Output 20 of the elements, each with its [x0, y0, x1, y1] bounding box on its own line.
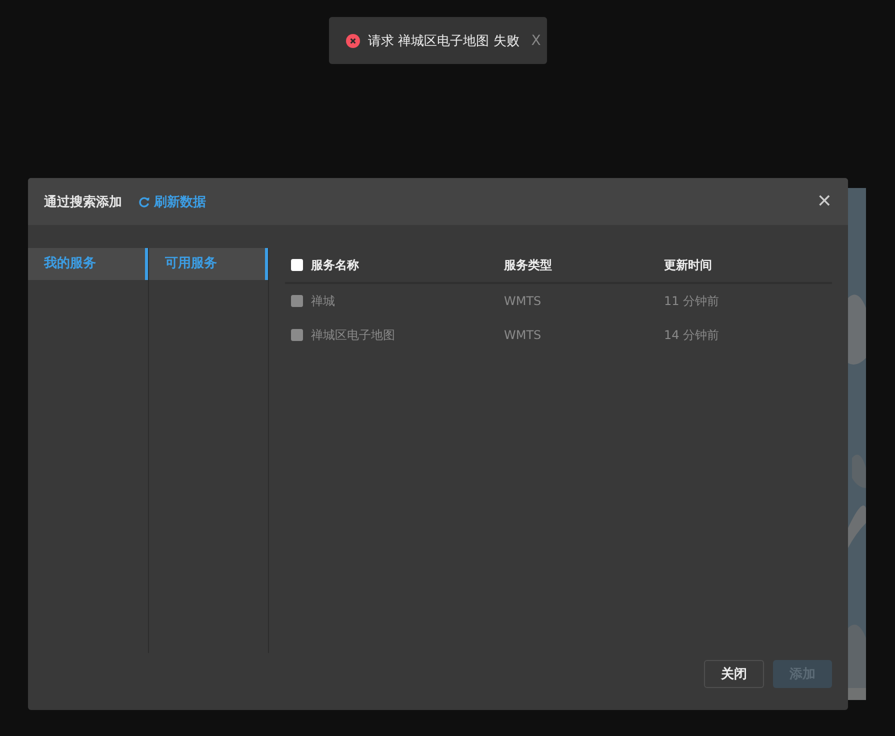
- close-button[interactable]: X: [531, 32, 541, 48]
- table-cell: 14 分钟前: [664, 326, 720, 344]
- close-button[interactable]: ✕: [816, 191, 832, 212]
- dialog-button[interactable]: 关闭: [704, 660, 764, 688]
- table-cell: 11 分钟前: [664, 292, 720, 310]
- column-header: 服务类型: [504, 256, 553, 274]
- menu-item[interactable]: 可用服务: [149, 248, 268, 280]
- table-cell-text: WMTS: [504, 294, 542, 308]
- dialog-title: 通过搜索添加: [44, 194, 122, 210]
- menu-item[interactable]: 我的服务: [28, 248, 148, 280]
- toast-message: 请求 禅城区电子地图 失败: [368, 32, 520, 50]
- checkbox[interactable]: [291, 259, 303, 271]
- error-icon: [346, 34, 360, 48]
- refresh-icon: [138, 196, 150, 208]
- column-header: 服务名称: [311, 256, 360, 274]
- column-header: 更新时间: [664, 256, 712, 274]
- table-cell-text: WMTS: [504, 328, 542, 342]
- table-cell-text: 禅城: [311, 292, 336, 310]
- table-cell-text: 禅城区电子地图: [311, 326, 396, 344]
- refresh-link[interactable]: 刷新数据: [138, 192, 206, 210]
